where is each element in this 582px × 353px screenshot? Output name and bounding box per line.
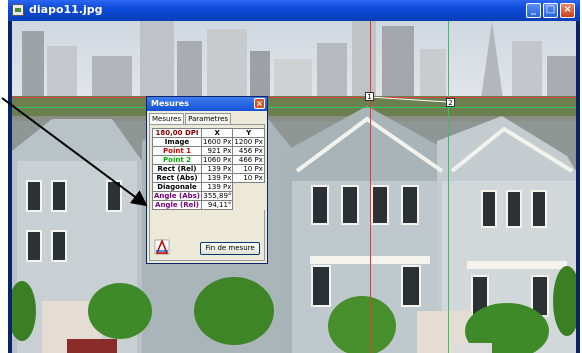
row-x-value: 1060 Px bbox=[200, 155, 234, 165]
row-x-value: 355,89° bbox=[200, 191, 234, 201]
table-row: Angle (Abs) 355,89° bbox=[152, 191, 265, 201]
measurements-table: 180,00 DPI X Y Image 1600 Px 1200 Px Poi… bbox=[152, 128, 265, 210]
tab-parametres[interactable]: Parametres bbox=[185, 113, 232, 124]
row-x-value: 921 Px bbox=[200, 146, 234, 156]
maximize-button[interactable]: □ bbox=[543, 3, 558, 18]
window-titlebar[interactable]: diapo11.jpg _ □ × bbox=[8, 0, 580, 21]
dialog-close-button[interactable]: × bbox=[254, 98, 265, 109]
table-header-row: 180,00 DPI X Y bbox=[152, 128, 265, 138]
point1-marker[interactable]: 1 bbox=[365, 92, 374, 101]
row-label: Image bbox=[152, 137, 202, 147]
row-y-value bbox=[232, 200, 265, 210]
row-label: Angle (Rel) bbox=[152, 200, 202, 210]
row-x-value: 139 Px bbox=[200, 173, 234, 183]
table-row: Rect (Abs) 139 Px 10 Px bbox=[152, 173, 265, 183]
table-row: Angle (Rel) 94,11° bbox=[152, 200, 265, 210]
row-x-value: 139 Px bbox=[200, 164, 234, 174]
row-label: Point 2 bbox=[152, 155, 202, 165]
row-y-value: 466 Px bbox=[232, 155, 265, 165]
row-label: Angle (Abs) bbox=[152, 191, 202, 201]
row-y-value: 10 Px bbox=[232, 164, 265, 174]
row-label: Rect (Rel) bbox=[152, 164, 202, 174]
minimize-button[interactable]: _ bbox=[526, 3, 541, 18]
row-label: Diagonale bbox=[152, 182, 202, 192]
row-y-value: 456 Px bbox=[232, 146, 265, 156]
y-header: Y bbox=[232, 128, 265, 138]
row-y-value bbox=[232, 191, 265, 201]
table-row: Diagonale 139 Px bbox=[152, 182, 265, 192]
end-measure-button[interactable]: Fin de mesure bbox=[200, 242, 260, 255]
dialog-titlebar[interactable]: Mesures × bbox=[147, 97, 267, 111]
dialog-tabs: Mesures Parametres bbox=[149, 113, 232, 125]
table-row: Image 1600 Px 1200 Px bbox=[152, 137, 265, 147]
photo-canvas[interactable]: 1 2 bbox=[12, 21, 576, 353]
measure-segment bbox=[369, 96, 449, 103]
image-file-icon bbox=[12, 4, 24, 16]
dialog-title: Mesures bbox=[151, 99, 189, 108]
dpi-cell: 180,00 DPI bbox=[152, 128, 202, 138]
table-row: Point 2 1060 Px 466 Px bbox=[152, 155, 265, 165]
table-row: Rect (Rel) 139 Px 10 Px bbox=[152, 164, 265, 174]
row-label: Point 1 bbox=[152, 146, 202, 156]
row-y-value: 1200 Px bbox=[232, 137, 265, 147]
row-x-value: 1600 Px bbox=[200, 137, 234, 147]
measure-tool-icon[interactable] bbox=[154, 239, 170, 255]
point2-marker[interactable]: 2 bbox=[446, 98, 455, 107]
row-label: Rect (Abs) bbox=[152, 173, 202, 183]
image-window: diapo11.jpg _ □ × 1 2 bbox=[8, 0, 580, 353]
row-x-value: 139 Px bbox=[200, 182, 234, 192]
mesures-dialog: Mesures × Mesures Parametres 180,00 DPI … bbox=[146, 96, 268, 264]
row-y-value bbox=[232, 182, 265, 192]
row-x-value: 94,11° bbox=[200, 200, 234, 210]
row-y-value: 10 Px bbox=[232, 173, 265, 183]
x-header: X bbox=[200, 128, 234, 138]
table-row: Point 1 921 Px 456 Px bbox=[152, 146, 265, 156]
mesures-panel: 180,00 DPI X Y Image 1600 Px 1200 Px Poi… bbox=[149, 124, 265, 261]
close-button[interactable]: × bbox=[560, 3, 575, 18]
window-title: diapo11.jpg bbox=[29, 3, 103, 16]
